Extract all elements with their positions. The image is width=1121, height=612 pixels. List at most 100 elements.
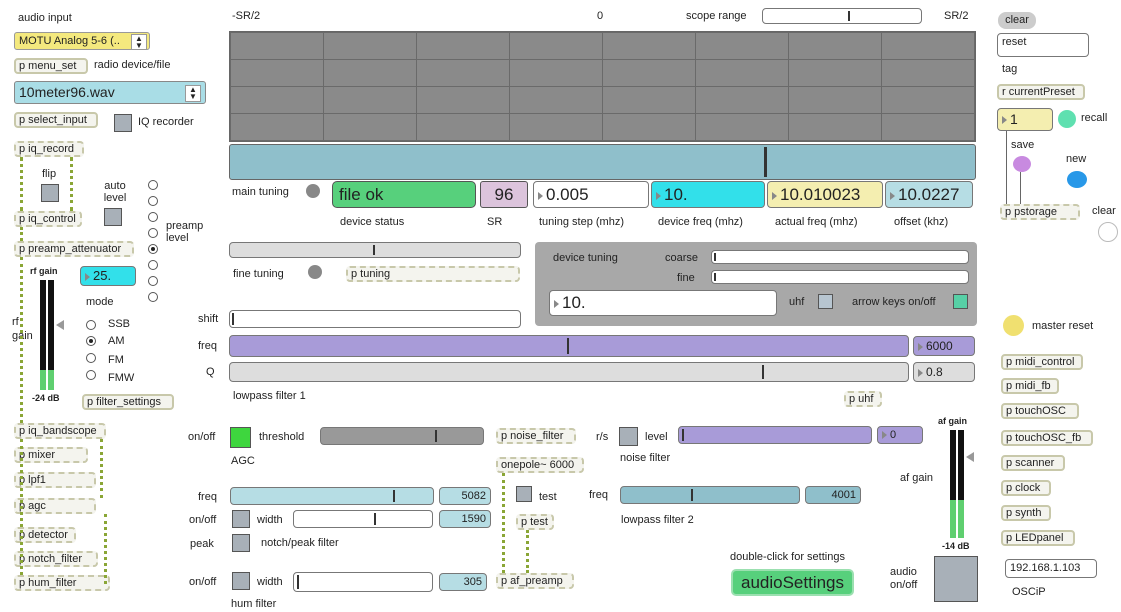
ledpanel-object[interactable]: p LEDpanel	[1001, 530, 1075, 546]
uhf-toggle[interactable]	[818, 294, 833, 309]
uhf-object[interactable]: p uhf	[844, 391, 882, 407]
notch-width-number[interactable]: 1590	[439, 510, 491, 528]
test-toggle[interactable]	[516, 486, 532, 502]
tuning-object[interactable]: p tuning	[346, 266, 520, 282]
fine-tuning-button[interactable]	[308, 265, 322, 279]
clear-bang[interactable]	[1098, 222, 1118, 242]
lpf1-object[interactable]: p lpf1	[14, 472, 96, 488]
audio-input-menu[interactable]: MOTU Analog 5-6 (.. ▲ ▼	[14, 32, 150, 50]
mode-radio-fm[interactable]	[86, 353, 96, 363]
preamp-level-radio[interactable]	[148, 260, 158, 270]
filter2-freq-number[interactable]: 4001	[805, 486, 861, 504]
hum-filter-object[interactable]: p hum_filter	[14, 575, 110, 591]
fine-tuning-slider[interactable]	[229, 242, 521, 258]
preamp-level-radio[interactable]	[148, 212, 158, 222]
select-input-object[interactable]: p select_input	[14, 112, 98, 128]
filter-settings-object[interactable]: p filter_settings	[82, 394, 174, 410]
onepole-object[interactable]: onepole~ 6000	[496, 457, 584, 473]
preset-value: 1	[1010, 111, 1018, 127]
notch-freq-slider[interactable]	[230, 487, 434, 505]
rf-gain-number[interactable]: 25.	[80, 266, 136, 286]
mode-radio-am[interactable]	[86, 336, 96, 346]
hum-width-number[interactable]: 305	[439, 573, 487, 591]
new-button[interactable]	[1067, 171, 1087, 188]
preamp-level-radio[interactable]	[148, 244, 158, 254]
actual-freq-number[interactable]: 10.010023	[767, 181, 883, 208]
notch-freq-number[interactable]: 5082	[439, 487, 491, 505]
flip-toggle[interactable]	[41, 184, 59, 202]
midi-control-object[interactable]: p midi_control	[1001, 354, 1083, 370]
preamp-attenuator-object[interactable]: p preamp_attenuator	[14, 241, 134, 257]
tuning-step-number[interactable]: 0.005	[533, 181, 649, 208]
mode-radio-fmw[interactable]	[86, 370, 96, 380]
iq-control-object[interactable]: p iq_control	[14, 211, 82, 227]
noise-filter-object[interactable]: p noise_filter	[496, 428, 576, 444]
audio-input-value: MOTU Analog 5-6 (..	[19, 35, 120, 47]
preamp-level-radio[interactable]	[148, 292, 158, 302]
save-button[interactable]	[1013, 156, 1031, 172]
audio-settings-button[interactable]: audioSettings	[731, 569, 854, 596]
fine-slider[interactable]	[711, 270, 969, 284]
clock-object[interactable]: p clock	[1001, 480, 1051, 496]
iq-record-object[interactable]: p iq_record	[14, 141, 84, 157]
preamp-level-radio[interactable]	[148, 196, 158, 206]
noise-level-number[interactable]: 0	[877, 426, 923, 444]
coarse-slider[interactable]	[711, 250, 969, 264]
scope-range-slider[interactable]	[762, 8, 922, 24]
q-slider[interactable]	[229, 362, 909, 382]
filter1-freq-slider[interactable]	[229, 335, 909, 357]
touchosc-object[interactable]: p touchOSC	[1001, 403, 1079, 419]
filter1-freq-number[interactable]: 6000	[913, 336, 975, 356]
offset-number[interactable]: 10.0227	[885, 181, 973, 208]
threshold-slider[interactable]	[320, 427, 484, 445]
preset-number[interactable]: 1	[997, 108, 1053, 131]
preamp-level-radio[interactable]	[148, 180, 158, 190]
touchosc-fb-object[interactable]: p touchOSC_fb	[1001, 430, 1093, 446]
reset-field[interactable]: reset	[997, 33, 1089, 57]
mixer-object[interactable]: p mixer	[14, 447, 88, 463]
hum-width-slider[interactable]	[293, 572, 433, 592]
scanner-object[interactable]: p scanner	[1001, 455, 1065, 471]
menu-set-object[interactable]: p menu_set	[14, 58, 88, 74]
master-reset-button[interactable]	[1003, 315, 1024, 336]
iq-recorder-toggle[interactable]	[114, 114, 132, 132]
clear-button[interactable]: clear	[998, 12, 1036, 29]
test-object[interactable]: p test	[516, 514, 554, 530]
current-preset-object[interactable]: r currentPreset	[997, 84, 1085, 100]
agc-object[interactable]: p agc	[14, 498, 96, 514]
agc-toggle[interactable]	[230, 427, 251, 448]
device-tuning-number[interactable]: 10.	[549, 290, 777, 316]
tuning-slider[interactable]	[229, 144, 976, 180]
spectrum-scope[interactable]	[229, 31, 976, 142]
midi-fb-object[interactable]: p midi_fb	[1001, 378, 1059, 394]
af-preamp-object[interactable]: p af_preamp	[496, 573, 574, 589]
peak-toggle[interactable]	[232, 534, 250, 552]
ip-address-field[interactable]: 192.168.1.103	[1005, 559, 1097, 578]
af-gain-slider-handle-icon[interactable]	[966, 452, 974, 462]
main-tuning-button[interactable]	[306, 184, 320, 198]
notch-width-slider[interactable]	[293, 510, 433, 528]
rf-gain-slider-handle-icon[interactable]	[56, 320, 64, 330]
notch-toggle[interactable]	[232, 510, 250, 528]
audio-onoff-toggle[interactable]	[934, 556, 978, 602]
auto-level-toggle[interactable]	[104, 208, 122, 226]
filter2-freq-slider[interactable]	[620, 486, 800, 504]
q-number[interactable]: 0.8	[913, 362, 975, 382]
detector-object[interactable]: p detector	[14, 527, 76, 543]
file-menu[interactable]: 10meter96.wav ▲ ▼	[14, 81, 206, 104]
hum-toggle[interactable]	[232, 572, 250, 590]
shift-slider[interactable]	[229, 310, 521, 328]
recall-button[interactable]	[1058, 110, 1076, 128]
notch-filter-object[interactable]: p notch_filter	[14, 551, 98, 567]
device-freq-number[interactable]: 10.	[651, 181, 765, 208]
synth-object[interactable]: p synth	[1001, 505, 1051, 521]
preamp-level-radio[interactable]	[148, 276, 158, 286]
iq-bandscope-object[interactable]: p iq_bandscope	[14, 423, 106, 439]
recall-label: recall	[1081, 112, 1108, 124]
preamp-level-radio[interactable]	[148, 228, 158, 238]
noise-toggle[interactable]	[619, 427, 638, 446]
arrow-keys-toggle[interactable]	[953, 294, 968, 309]
mode-radio-ssb[interactable]	[86, 320, 96, 330]
pstorage-object[interactable]: p pstorage	[1000, 204, 1080, 220]
noise-level-slider[interactable]	[678, 426, 872, 444]
